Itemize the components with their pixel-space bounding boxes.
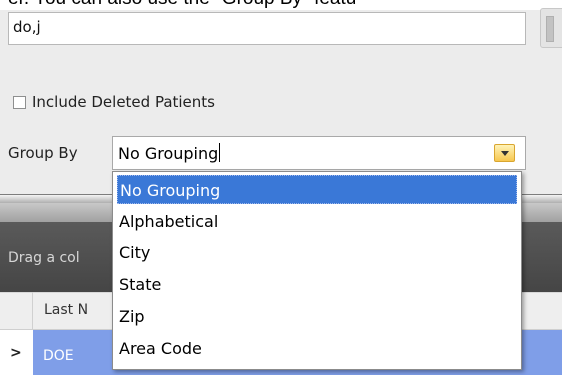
dropdown-option-no-grouping[interactable]: No Grouping bbox=[117, 175, 517, 204]
dropdown-option-area-code[interactable]: Area Code bbox=[117, 334, 517, 363]
dropdown-option-alphabetical[interactable]: Alphabetical bbox=[117, 207, 517, 236]
dropdown-option-city[interactable]: City bbox=[117, 238, 517, 267]
instruction-text-fragment: er. You can also use the "Group By" feat… bbox=[0, 0, 562, 10]
dropdown-option-zip[interactable]: Zip bbox=[117, 302, 517, 331]
search-input[interactable]: do,j bbox=[8, 12, 526, 45]
group-by-combobox[interactable]: No Grouping bbox=[112, 136, 526, 170]
dropdown-option-state[interactable]: State bbox=[117, 270, 517, 299]
dropdown-arrow-icon[interactable] bbox=[494, 144, 515, 162]
drag-column-hint: Drag a col bbox=[8, 250, 80, 266]
side-scroll-button[interactable] bbox=[540, 8, 562, 48]
column-header-last-name[interactable]: Last N bbox=[44, 302, 88, 318]
include-deleted-checkbox[interactable] bbox=[13, 95, 26, 109]
include-deleted-row[interactable]: Include Deleted Patients bbox=[13, 90, 215, 114]
include-deleted-label: Include Deleted Patients bbox=[32, 93, 215, 111]
group-by-label: Group By bbox=[8, 144, 78, 162]
text-caret bbox=[219, 143, 221, 162]
group-by-dropdown-list[interactable]: No Grouping Alphabetical City State Zip … bbox=[112, 171, 522, 370]
group-by-current-value[interactable]: No Grouping bbox=[118, 143, 221, 163]
row-indicator-icon: > bbox=[10, 345, 22, 361]
cell-last-name[interactable]: DOE bbox=[43, 348, 74, 364]
header-divider bbox=[32, 292, 33, 330]
button-grip-icon bbox=[546, 16, 554, 42]
